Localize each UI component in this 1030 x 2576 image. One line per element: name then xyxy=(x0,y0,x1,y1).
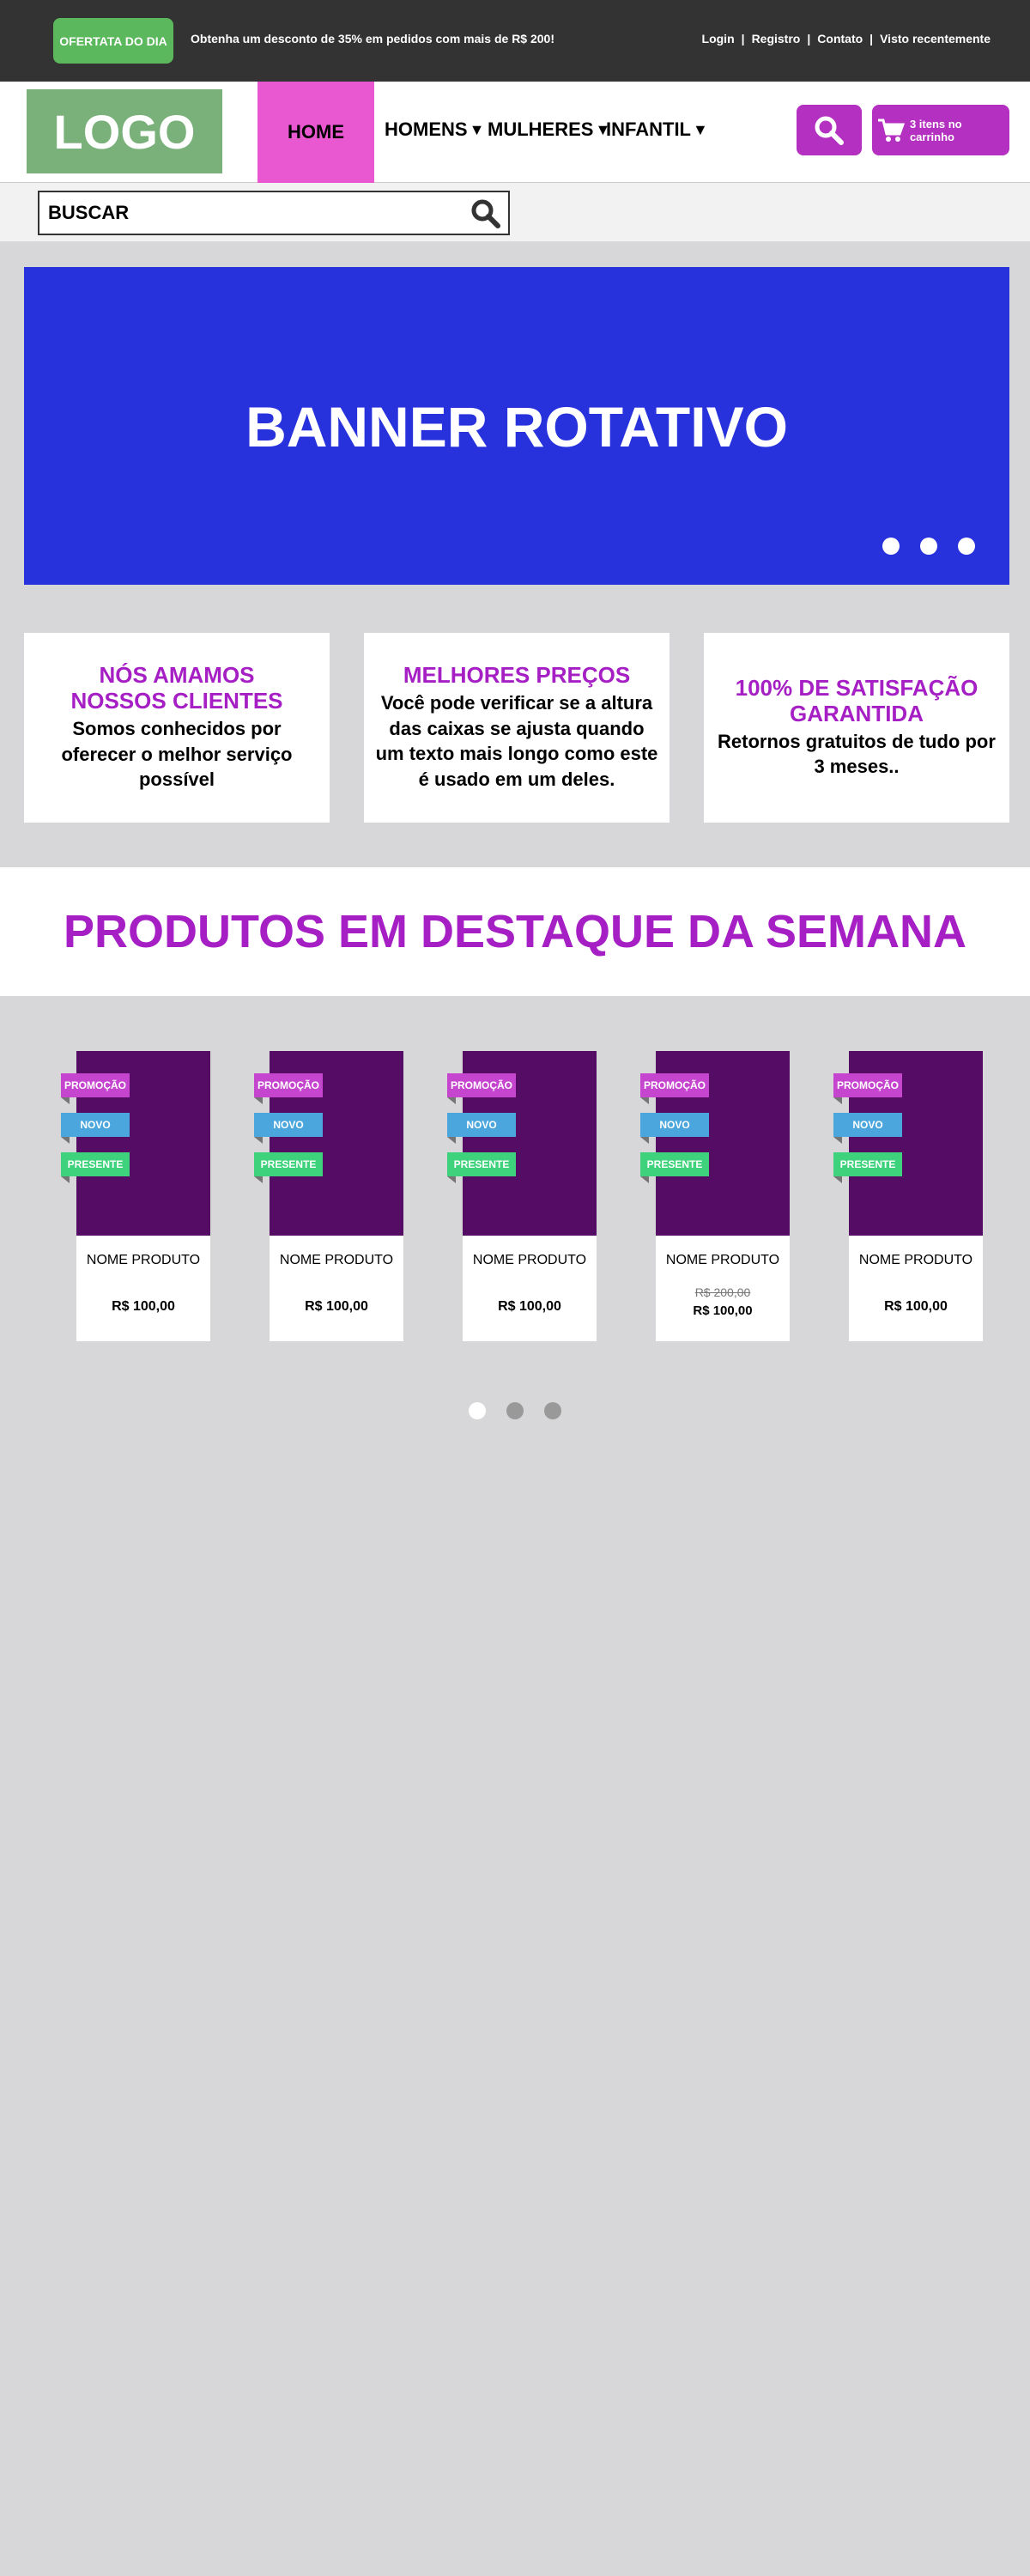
site-header: LOGO HOME HOMENS ▼ MULHERES ▼ INFANTIL ▼… xyxy=(0,82,1030,183)
link-separator: | xyxy=(741,32,745,46)
products-pagination xyxy=(469,1402,561,1419)
nav-men-label: HOMENS xyxy=(385,118,468,140)
product-old-price: R$ 200,00 xyxy=(694,1285,751,1299)
product-name[interactable]: NOME PRODUTO xyxy=(463,1253,597,1268)
gift-tag: PRESENTE xyxy=(254,1152,323,1183)
new-tag: NOVO xyxy=(833,1113,902,1144)
header-search-button[interactable] xyxy=(797,105,862,155)
new-tag: NOVO xyxy=(61,1113,130,1144)
deal-of-day-badge[interactable]: OFERTATA DO DIA xyxy=(53,18,173,64)
product-name[interactable]: NOME PRODUTO xyxy=(270,1253,403,1268)
product-price: R$ 100,00 xyxy=(305,1299,368,1314)
promo-tag: PROMOÇÃO xyxy=(447,1073,516,1104)
feature-box-satisfaction: 100% DE SATISFAÇÃO GARANTIDA Retornos gr… xyxy=(704,633,1009,823)
top-bar: OFERTATA DO DIA Obtenha um desconto de 3… xyxy=(0,0,1030,82)
products-dot[interactable] xyxy=(506,1402,524,1419)
feature-title: 100% DE SATISFAÇÃO GARANTIDA xyxy=(735,674,978,726)
featured-title: PRODUTOS EM DESTAQUE DA SEMANA xyxy=(63,906,967,957)
banner-dot[interactable] xyxy=(958,538,975,555)
product-card[interactable]: PROMOÇÃO NOVO PRESENTE NOME PRODUTO R$ 1… xyxy=(833,1051,983,1341)
feature-box-customers: NÓS AMAMOS NOSSOS CLIENTES Somos conheci… xyxy=(24,633,330,823)
product-price: R$ 100,00 xyxy=(693,1303,753,1318)
new-tag: NOVO xyxy=(640,1113,709,1144)
link-separator: | xyxy=(807,32,811,46)
feature-title: MELHORES PREÇOS xyxy=(403,662,631,689)
nav-kids[interactable]: INFANTIL ▼ xyxy=(606,118,708,141)
search-field[interactable] xyxy=(38,191,510,235)
nav-kids-label: INFANTIL xyxy=(606,118,691,140)
logo[interactable]: LOGO xyxy=(27,89,222,173)
chevron-down-icon: ▼ xyxy=(693,120,708,138)
top-links: Login | Registro | Contato | Visto recen… xyxy=(702,32,991,46)
nav-men[interactable]: HOMENS ▼ xyxy=(385,118,484,141)
search-icon xyxy=(815,116,844,145)
promo-tag: PROMOÇÃO xyxy=(254,1073,323,1104)
nav-women-label: MULHERES xyxy=(488,118,594,140)
product-info: NOME PRODUTO R$ 100,00 xyxy=(76,1236,210,1341)
product-name[interactable]: NOME PRODUTO xyxy=(76,1253,210,1268)
promo-tag: PROMOÇÃO xyxy=(61,1073,130,1104)
feature-text: Você pode verificar se a altura das caix… xyxy=(375,692,658,791)
product-card[interactable]: PROMOÇÃO NOVO PRESENTE NOME PRODUTO R$ 2… xyxy=(640,1051,790,1341)
link-separator: | xyxy=(869,32,874,46)
product-info: NOME PRODUTO R$ 200,00 R$ 100,00 xyxy=(656,1236,790,1341)
banner-title: BANNER ROTATIVO xyxy=(245,395,788,459)
feature-text: Somos conhecidos por oferecer o melhor s… xyxy=(61,717,293,791)
product-info: NOME PRODUTO R$ 100,00 xyxy=(463,1236,597,1341)
product-price: R$ 100,00 xyxy=(112,1299,175,1314)
promo-message: Obtenha um desconto de 35% em pedidos co… xyxy=(191,32,555,46)
gift-tag: PRESENTE xyxy=(61,1152,130,1183)
cart-icon xyxy=(877,118,905,142)
contact-link[interactable]: Contato xyxy=(817,32,863,46)
product-name[interactable]: NOME PRODUTO xyxy=(849,1253,983,1268)
search-input[interactable] xyxy=(48,202,460,224)
rotating-banner[interactable]: BANNER ROTATIVO xyxy=(24,267,1009,585)
featured-products-header: PRODUTOS EM DESTAQUE DA SEMANA xyxy=(0,867,1030,996)
nav-women[interactable]: MULHERES ▼ xyxy=(488,118,610,141)
new-tag: NOVO xyxy=(447,1113,516,1144)
product-card[interactable]: PROMOÇÃO NOVO PRESENTE NOME PRODUTO R$ 1… xyxy=(254,1051,403,1341)
banner-dot[interactable] xyxy=(920,538,937,555)
promo-tag: PROMOÇÃO xyxy=(640,1073,709,1104)
gift-tag: PRESENTE xyxy=(833,1152,902,1183)
chevron-down-icon: ▼ xyxy=(469,120,485,138)
product-card[interactable]: PROMOÇÃO NOVO PRESENTE NOME PRODUTO R$ 1… xyxy=(447,1051,597,1341)
banner-dot[interactable] xyxy=(882,538,900,555)
product-price: R$ 100,00 xyxy=(498,1299,561,1314)
feature-title: NÓS AMAMOS NOSSOS CLIENTES xyxy=(70,662,283,714)
cart-button[interactable]: 3 itens no carrinho xyxy=(872,105,1009,155)
product-price: R$ 100,00 xyxy=(884,1299,948,1314)
product-info: NOME PRODUTO R$ 100,00 xyxy=(270,1236,403,1341)
product-name[interactable]: NOME PRODUTO xyxy=(656,1253,790,1268)
banner-pagination xyxy=(882,538,975,555)
register-link[interactable]: Registro xyxy=(752,32,801,46)
login-link[interactable]: Login xyxy=(702,32,735,46)
cart-count-label: 3 itens no carrinho xyxy=(909,117,962,143)
feature-text: Retornos gratuitos de tudo por 3 meses.. xyxy=(718,730,996,778)
new-tag: NOVO xyxy=(254,1113,323,1144)
gift-tag: PRESENTE xyxy=(640,1152,709,1183)
recently-viewed-link[interactable]: Visto recentemente xyxy=(880,32,991,46)
search-icon[interactable] xyxy=(470,198,501,229)
promo-tag: PROMOÇÃO xyxy=(833,1073,902,1104)
products-dot[interactable] xyxy=(544,1402,561,1419)
product-card[interactable]: PROMOÇÃO NOVO PRESENTE NOME PRODUTO R$ 1… xyxy=(61,1051,210,1341)
feature-box-prices: MELHORES PREÇOS Você pode verificar se a… xyxy=(364,633,670,823)
search-bar xyxy=(0,183,1030,241)
products-dot[interactable] xyxy=(469,1402,486,1419)
nav-home[interactable]: HOME xyxy=(258,82,374,183)
product-info: NOME PRODUTO R$ 100,00 xyxy=(849,1236,983,1341)
gift-tag: PRESENTE xyxy=(447,1152,516,1183)
